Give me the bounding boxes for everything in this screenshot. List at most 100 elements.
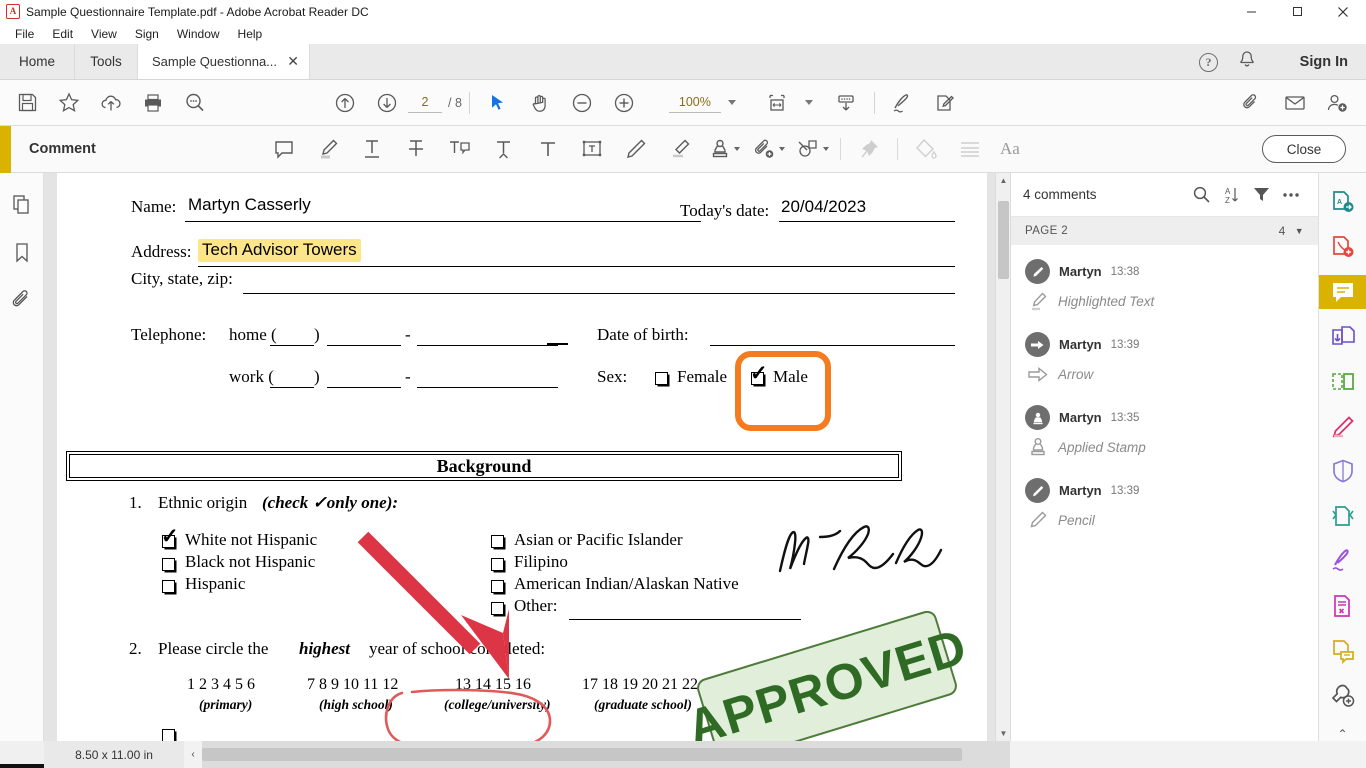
scroll-up-arrow-icon[interactable]: ▲ <box>996 173 1010 188</box>
upload-to-cloud-icon[interactable] <box>90 80 132 126</box>
signature-annotation[interactable] <box>772 523 952 583</box>
red-arrow-annotation[interactable] <box>357 531 547 681</box>
search-document-icon[interactable] <box>174 80 216 126</box>
zoom-level-input[interactable] <box>668 92 721 113</box>
close-icon[interactable]: ✕ <box>281 53 299 70</box>
comment-item[interactable]: Martyn 13:38 Highlighted Text <box>1011 245 1318 318</box>
sign-in-button[interactable]: Sign In <box>1300 44 1348 80</box>
tab-document[interactable]: Sample Questionna... ✕ <box>138 44 310 79</box>
zoom-out-icon[interactable] <box>561 80 603 126</box>
search-comments-icon[interactable] <box>1186 180 1216 210</box>
text-properties-label[interactable]: Aa <box>1000 139 1020 159</box>
chevron-down-icon[interactable] <box>733 147 740 151</box>
print-icon[interactable] <box>132 80 174 126</box>
page-number-input[interactable] <box>408 92 442 113</box>
menu-window[interactable]: Window <box>168 25 229 43</box>
menu-sign[interactable]: Sign <box>126 25 168 43</box>
bookmarks-icon[interactable] <box>10 241 34 265</box>
more-options-icon[interactable] <box>1276 180 1306 210</box>
next-page-icon[interactable] <box>366 80 408 126</box>
comment-item[interactable]: Martyn 13:39 Pencil <box>1011 464 1318 537</box>
underline-text-icon[interactable] <box>350 126 394 173</box>
more-tools-icon[interactable] <box>1319 678 1366 713</box>
page-thumbnails-icon[interactable] <box>10 193 34 217</box>
combine-files-icon[interactable] <box>1319 319 1366 354</box>
drawing-shapes-icon[interactable] <box>790 126 834 173</box>
scroll-mode-icon[interactable] <box>825 80 867 126</box>
comments-page-group-row[interactable]: PAGE 2 4 ▼ <box>1011 217 1318 245</box>
checkbox-black-not-hispanic[interactable] <box>162 558 175 571</box>
draw-free-icon[interactable] <box>614 126 658 173</box>
email-icon[interactable] <box>1274 80 1316 126</box>
add-to-favorites-icon[interactable] <box>48 80 90 126</box>
tab-tools[interactable]: Tools <box>75 44 138 79</box>
add-text-icon[interactable] <box>526 126 570 173</box>
chevron-down-icon[interactable] <box>727 100 736 105</box>
fit-page-icon[interactable] <box>756 80 798 126</box>
comment-item[interactable]: Martyn 13:39 Arrow <box>1011 318 1318 391</box>
share-link-icon[interactable] <box>1232 80 1274 126</box>
strikethrough-text-icon[interactable] <box>394 126 438 173</box>
menu-view[interactable]: View <box>82 25 126 43</box>
create-pdf-icon[interactable] <box>1319 230 1366 265</box>
edit-pdf-icon[interactable] <box>1319 409 1366 444</box>
attach-file-icon[interactable] <box>746 126 790 173</box>
maximize-button[interactable] <box>1274 0 1320 23</box>
organize-pages-icon[interactable] <box>1319 364 1366 399</box>
fill-and-sign-icon[interactable] <box>1319 544 1366 579</box>
select-cursor-icon[interactable] <box>477 80 519 126</box>
document-vertical-scrollbar[interactable]: ▲ ▼ <box>995 173 1010 741</box>
pin-icon[interactable] <box>847 126 891 173</box>
q2-primary-numbers[interactable]: 1 2 3 4 5 6 <box>187 676 255 694</box>
export-pdf-icon[interactable]: A <box>1319 185 1366 220</box>
q2-graduate-numbers[interactable]: 17 18 19 20 21 22 <box>582 676 698 694</box>
attachments-icon[interactable] <box>10 289 34 313</box>
help-icon[interactable]: ? <box>1199 52 1218 72</box>
chevron-down-icon[interactable]: ▼ <box>1295 226 1304 236</box>
protect-icon[interactable] <box>1319 454 1366 489</box>
comment-item[interactable]: Martyn 13:35 Applied Stamp <box>1011 391 1318 464</box>
stamp-icon[interactable] <box>702 126 746 173</box>
sticky-note-icon[interactable] <box>262 126 306 173</box>
add-person-icon[interactable] <box>1316 80 1358 126</box>
minimize-button[interactable] <box>1228 0 1274 23</box>
text-box-icon[interactable] <box>570 126 614 173</box>
orange-highlight-annotation[interactable] <box>735 351 831 431</box>
chevron-down-icon[interactable] <box>822 147 829 151</box>
sign-icon[interactable] <box>882 80 924 126</box>
document-viewport[interactable]: Name: Martyn Casserly Today's date: 20/0… <box>44 173 1010 741</box>
close-button[interactable] <box>1320 0 1366 23</box>
pdf-page[interactable]: Name: Martyn Casserly Today's date: 20/0… <box>57 173 987 741</box>
send-for-comments-icon[interactable] <box>1319 633 1366 668</box>
tab-home[interactable]: Home <box>0 44 75 79</box>
status-collapse-arrow-icon[interactable]: ‹ <box>184 741 202 768</box>
chevron-down-icon[interactable] <box>778 147 785 151</box>
sort-az-icon[interactable]: AZ <box>1216 180 1246 210</box>
close-comment-toolbar-button[interactable]: Close <box>1262 135 1346 163</box>
line-thickness-icon[interactable] <box>948 126 992 173</box>
red-circle-annotation[interactable] <box>380 681 556 741</box>
previous-page-icon[interactable] <box>324 80 366 126</box>
color-fill-icon[interactable] <box>904 126 948 173</box>
comment-icon[interactable] <box>1318 274 1366 310</box>
scrollbar-thumb[interactable] <box>998 201 1009 279</box>
notification-bell-icon[interactable] <box>1238 50 1256 74</box>
collapse-tools-chevron-icon[interactable]: ⌃ <box>1337 727 1347 741</box>
scroll-down-arrow-icon[interactable]: ▼ <box>996 726 1010 741</box>
erase-drawing-icon[interactable] <box>658 126 702 173</box>
menu-help[interactable]: Help <box>229 25 272 43</box>
filter-icon[interactable] <box>1246 180 1276 210</box>
zoom-in-icon[interactable] <box>603 80 645 126</box>
insert-text-icon[interactable] <box>482 126 526 173</box>
highlight-text-icon[interactable] <box>306 126 350 173</box>
checkbox-female[interactable] <box>655 372 668 385</box>
approved-stamp-annotation[interactable]: APPROVED <box>681 608 973 741</box>
fill-and-sign-icon[interactable] <box>924 80 966 126</box>
checkbox-hispanic[interactable] <box>162 580 175 593</box>
menu-file[interactable]: File <box>6 25 43 43</box>
save-icon[interactable] <box>6 80 48 126</box>
menu-edit[interactable]: Edit <box>43 25 82 43</box>
compress-pdf-icon[interactable] <box>1319 499 1366 534</box>
replace-text-icon[interactable] <box>438 126 482 173</box>
fit-page-chevron-icon[interactable] <box>804 100 813 105</box>
